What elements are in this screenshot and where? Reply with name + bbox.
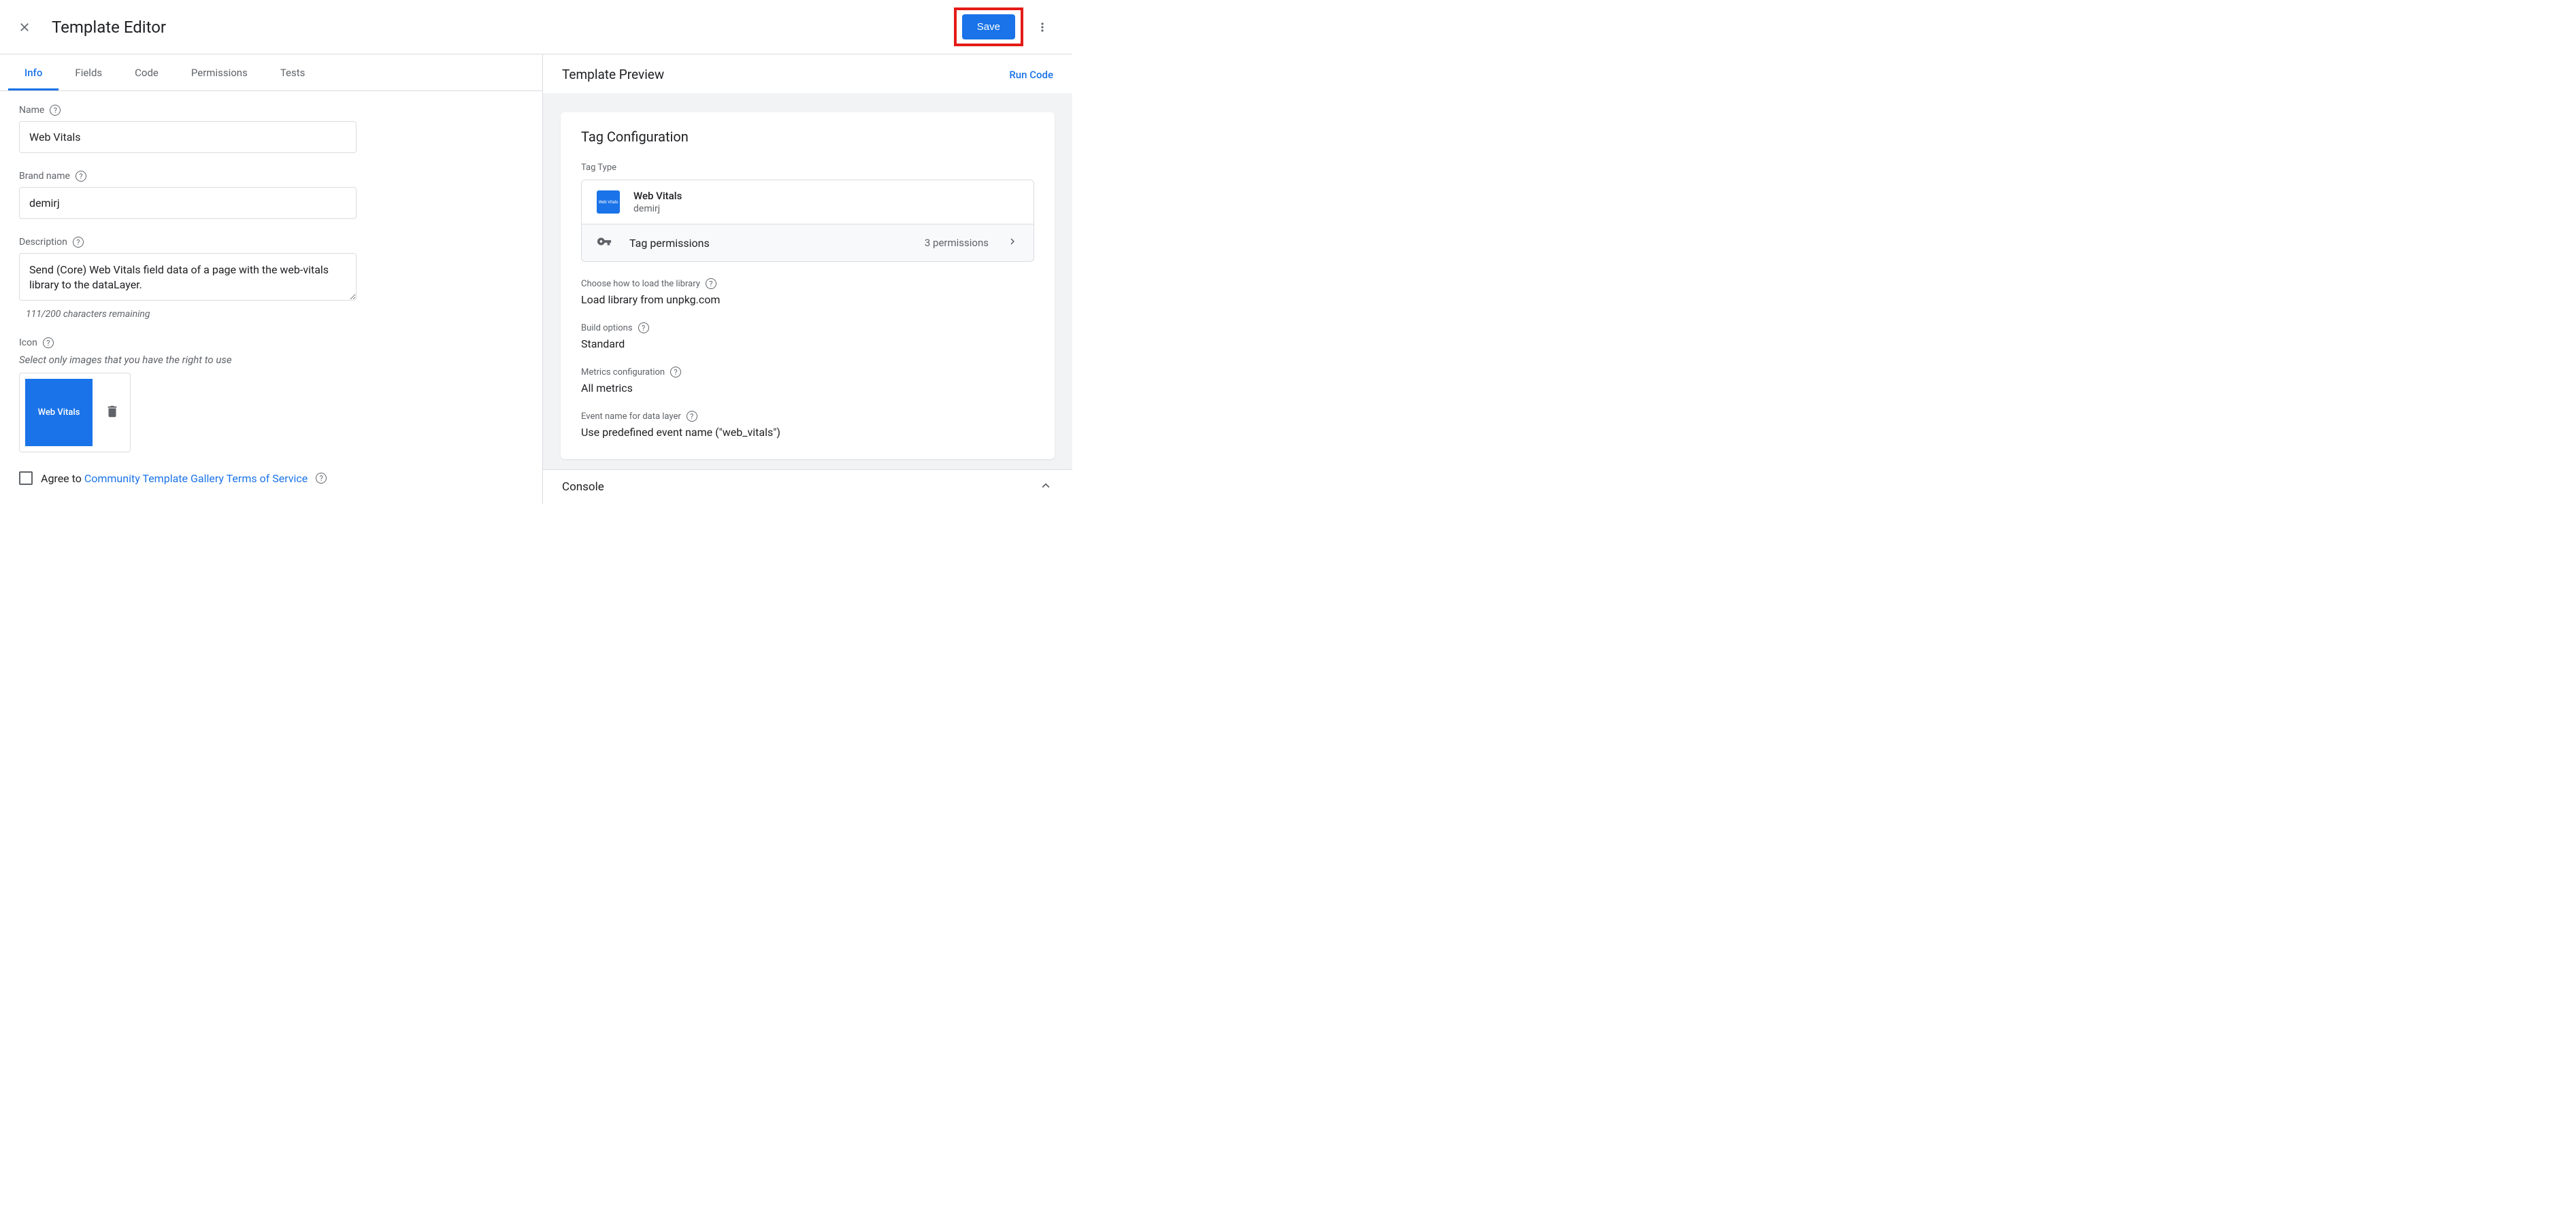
close-button[interactable] [16,19,33,35]
trash-icon [105,404,120,419]
tag-type-name: Web Vitals [633,190,682,202]
icon-preview-box: Web Vitals [19,373,131,452]
config-item: Event name for data layer? Use predefined… [581,411,1034,439]
tab-info[interactable]: Info [8,54,59,90]
tag-type-label: Tag Type [581,163,1034,173]
icon-thumbnail: Web Vitals [25,379,93,446]
config-label: Event name for data layer? [581,411,1034,422]
perm-count: 3 permissions [925,237,989,249]
help-icon[interactable]: ? [687,411,697,422]
agree-prefix: Agree to [41,472,84,485]
brand-input[interactable] [19,187,357,219]
more-vert-icon [1036,20,1049,34]
name-input[interactable] [19,121,357,153]
preview-title: Template Preview [562,67,1009,82]
config-label: Metrics configuration? [581,367,1034,377]
help-icon[interactable]: ? [73,237,84,248]
tag-type-row: Web Vitals Web Vitals demirj [581,180,1034,224]
brand-label: Brand name [19,171,70,182]
config-label: Choose how to load the library? [581,278,1034,289]
expand-console-button[interactable] [1038,478,1053,496]
config-item: Build options? Standard [581,322,1034,350]
name-label: Name [19,105,44,116]
delete-icon-button[interactable] [105,404,120,422]
key-icon [597,234,612,252]
run-code-button[interactable]: Run Code [1009,69,1053,81]
save-button[interactable]: Save [962,14,1015,39]
config-item: Choose how to load the library? Load libr… [581,278,1034,306]
config-item: Metrics configuration? All metrics [581,367,1034,394]
config-value: All metrics [581,382,1034,394]
help-icon[interactable]: ? [43,337,54,348]
close-icon [18,20,31,34]
config-label: Build options? [581,322,1034,333]
config-value: Standard [581,337,1034,350]
help-icon[interactable]: ? [76,171,86,182]
config-value: Load library from unpkg.com [581,293,1034,306]
perm-label: Tag permissions [629,237,907,250]
card-title: Tag Configuration [581,129,1034,145]
tag-permissions-row[interactable]: Tag permissions 3 permissions [581,224,1034,262]
more-menu-button[interactable] [1029,14,1056,41]
agree-checkbox[interactable] [19,471,33,485]
config-value: Use predefined event name ("web_vitals") [581,426,1034,439]
help-icon[interactable]: ? [316,473,327,484]
icon-label: Icon [19,337,37,348]
save-highlight: Save [954,7,1023,46]
console-title: Console [562,480,1038,494]
help-icon[interactable]: ? [50,105,61,116]
char-count: 111/200 characters remaining [19,309,523,320]
terms-link[interactable]: Community Template Gallery Terms of Serv… [84,472,308,485]
tab-code[interactable]: Code [118,54,175,90]
agree-label: Agree to Community Template Gallery Term… [41,472,308,485]
page-title: Template Editor [52,18,954,37]
description-label: Description [19,237,67,248]
chevron-right-icon [1006,235,1019,250]
chevron-up-icon [1038,478,1053,493]
tag-type-icon: Web Vitals [597,190,620,214]
help-icon[interactable]: ? [638,322,649,333]
help-icon[interactable]: ? [706,278,716,289]
icon-hint: Select only images that you have the rig… [19,354,523,366]
tab-permissions[interactable]: Permissions [175,54,264,90]
help-icon[interactable]: ? [670,367,681,377]
tag-type-brand: demirj [633,203,682,214]
tab-tests[interactable]: Tests [264,54,322,90]
description-input[interactable] [19,253,357,301]
tag-config-card: Tag Configuration Tag Type Web Vitals We… [561,112,1055,459]
tab-fields[interactable]: Fields [59,54,118,90]
